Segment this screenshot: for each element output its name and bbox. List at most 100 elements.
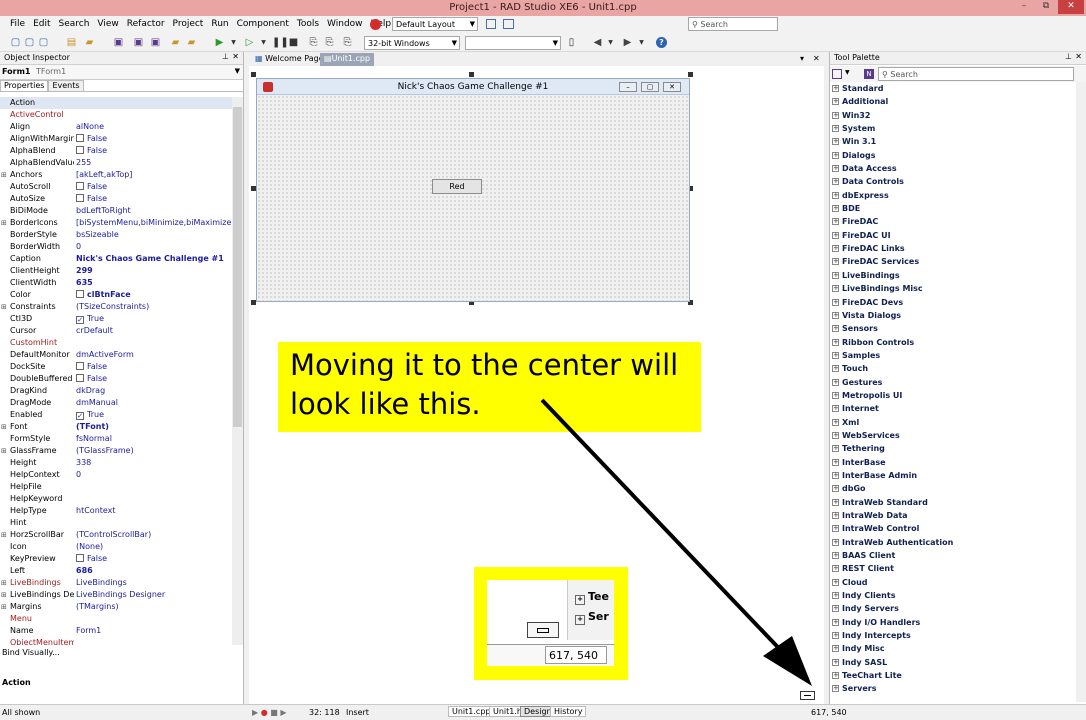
expand-icon[interactable]: + <box>832 592 839 600</box>
expand-icon[interactable]: ⊞ <box>1 421 7 433</box>
property-value[interactable]: 635 <box>76 277 93 289</box>
palette-category[interactable]: + WebServices <box>830 429 1076 442</box>
palette-category[interactable]: + FireDAC Devs <box>830 296 1076 309</box>
property-row[interactable]: Align alNone <box>0 121 232 133</box>
menu-component[interactable]: Component <box>233 16 293 29</box>
tab-welcome-page[interactable]: ▦ Welcome Page <box>251 53 328 66</box>
checkbox-icon[interactable]: ✓ <box>76 412 84 420</box>
property-value[interactable]: False <box>76 373 107 385</box>
property-value[interactable]: False <box>76 553 107 565</box>
property-row[interactable]: HelpType htContext <box>0 505 232 517</box>
tab-properties[interactable]: Properties <box>0 80 49 91</box>
palette-category[interactable]: + Additional <box>830 95 1076 108</box>
expand-icon[interactable]: + <box>832 325 839 333</box>
property-row[interactable]: DefaultMonitor dmActiveForm <box>0 349 232 361</box>
property-value[interactable]: fsNormal <box>76 433 112 445</box>
selection-handle[interactable] <box>251 72 256 77</box>
property-value[interactable]: htContext <box>76 505 116 517</box>
palette-category[interactable]: + InterBase <box>830 456 1076 469</box>
maximize-button[interactable]: ⧉ <box>1035 0 1057 14</box>
expand-icon[interactable]: ⊞ <box>1 589 7 601</box>
expand-icon[interactable]: + <box>832 378 839 386</box>
copy-icon[interactable]: ▢ <box>38 37 49 48</box>
new-items-icon[interactable]: ▤ <box>66 37 77 48</box>
palette-category[interactable]: + FireDAC UI <box>830 229 1076 242</box>
property-value[interactable]: dmManual <box>76 397 118 409</box>
expand-icon[interactable]: + <box>832 365 839 373</box>
property-row[interactable]: ⊞ LiveBindings LiveBindings <box>0 577 232 589</box>
property-row[interactable]: Menu <box>0 613 232 625</box>
palette-category[interactable]: + FireDAC <box>830 215 1076 228</box>
expand-icon[interactable]: + <box>832 685 839 693</box>
filter-icon[interactable]: N <box>864 69 874 79</box>
property-row[interactable]: Hint <box>0 517 232 529</box>
palette-category[interactable]: + Data Controls <box>830 175 1076 188</box>
expand-icon[interactable]: + <box>832 285 839 293</box>
menu-view[interactable]: View <box>93 16 122 29</box>
palette-category[interactable]: + REST Client <box>830 562 1076 575</box>
property-value[interactable]: 0 <box>76 241 81 253</box>
menu-run[interactable]: Run <box>207 16 232 29</box>
property-value[interactable]: bsSizeable <box>76 229 119 241</box>
menu-edit[interactable]: Edit <box>29 16 54 29</box>
expand-icon[interactable]: + <box>832 418 839 426</box>
expand-icon[interactable]: + <box>832 632 839 640</box>
palette-category[interactable]: + Cloud <box>830 576 1076 589</box>
expand-icon[interactable]: ⊞ <box>1 445 7 457</box>
tab-close-icon[interactable]: ✕ <box>809 53 824 66</box>
property-row[interactable]: AlphaBlendValue 255 <box>0 157 232 169</box>
expand-icon[interactable]: + <box>832 538 839 546</box>
palette-category[interactable]: + TeeChart Lite <box>830 669 1076 682</box>
palette-category[interactable]: + Gestures <box>830 376 1076 389</box>
palette-category[interactable]: + IntraWeb Control <box>830 522 1076 535</box>
red-button[interactable]: Red <box>432 179 482 194</box>
run-icon[interactable]: ▶ <box>214 37 225 48</box>
property-row[interactable]: Color clBtnFace <box>0 289 232 301</box>
property-row[interactable]: DockSite False <box>0 361 232 373</box>
palette-category[interactable]: + BDE <box>830 202 1076 215</box>
tab-unit1-cpp[interactable]: ▤Unit1.cpp <box>320 53 375 66</box>
property-value[interactable]: 299 <box>76 265 93 277</box>
expand-icon[interactable]: + <box>832 98 839 106</box>
property-value[interactable]: False <box>76 193 107 205</box>
property-row[interactable]: DoubleBuffered False <box>0 373 232 385</box>
save-icon[interactable]: ▣ <box>113 37 124 48</box>
property-row[interactable]: Name Form1 <box>0 625 232 637</box>
palette-category[interactable]: + Touch <box>830 362 1076 375</box>
checkbox-icon[interactable]: ✓ <box>76 316 84 324</box>
palette-category[interactable]: + Win 3.1 <box>830 135 1076 148</box>
expand-icon[interactable]: + <box>832 658 839 666</box>
property-row[interactable]: ⊞ Anchors [akLeft,akTop] <box>0 169 232 181</box>
designed-form[interactable]: Nick's Chaos Game Challenge #1 – ▢ ✕ Red <box>256 78 690 302</box>
property-row[interactable]: AlignWithMargins False <box>0 133 232 145</box>
palette-category[interactable]: + IntraWeb Data <box>830 509 1076 522</box>
palette-category[interactable]: + Indy I/O Handlers <box>830 616 1076 629</box>
device-icon[interactable]: ▯ <box>566 37 577 48</box>
property-row[interactable]: ClientHeight 299 <box>0 265 232 277</box>
property-row[interactable]: Left 686 <box>0 565 232 577</box>
property-row[interactable]: Height 338 <box>0 457 232 469</box>
expand-icon[interactable]: + <box>832 85 839 92</box>
property-value[interactable]: (TMargins) <box>76 601 119 613</box>
desktop-icon[interactable] <box>503 19 514 29</box>
property-value[interactable]: (TControlScrollBar) <box>76 529 151 541</box>
property-value[interactable]: ✓ True <box>76 409 104 421</box>
palette-category[interactable]: + Servers <box>830 682 1076 695</box>
checkbox-icon[interactable] <box>76 134 84 142</box>
palette-category[interactable]: + Tethering <box>830 442 1076 455</box>
expand-icon[interactable]: + <box>832 351 839 359</box>
selection-handle[interactable] <box>688 72 693 77</box>
pin-icon[interactable]: ⊥ <box>222 52 229 61</box>
expand-icon[interactable]: + <box>832 672 839 680</box>
palette-category[interactable]: + Standard <box>830 82 1076 95</box>
minimize-button[interactable]: – <box>1013 0 1035 14</box>
menu-tools[interactable]: Tools <box>293 16 323 29</box>
property-row[interactable]: ⊞ BorderIcons [biSystemMenu,biMinimize,biM… <box>0 217 232 229</box>
property-row[interactable]: ⊞ Margins (TMargins) <box>0 601 232 613</box>
property-row[interactable]: HelpKeyword <box>0 493 232 505</box>
property-value[interactable]: Nick's Chaos Game Challenge #1 <box>76 253 224 265</box>
tab-dropdown-icon[interactable]: ▾ <box>796 53 808 66</box>
menu-refactor[interactable]: Refactor <box>123 16 169 29</box>
expand-icon[interactable]: + <box>832 525 839 533</box>
property-value[interactable]: dmActiveForm <box>76 349 134 361</box>
